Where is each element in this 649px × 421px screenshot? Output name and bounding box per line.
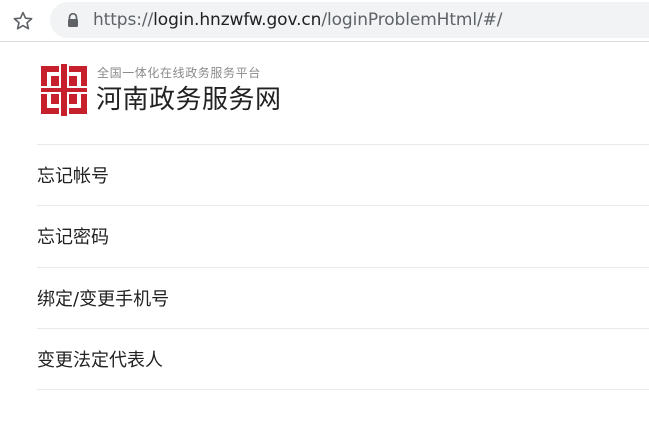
lock-icon[interactable] [65, 12, 81, 28]
menu-item-forgot-account[interactable]: 忘记帐号 [37, 145, 649, 207]
url-scheme: https:// [93, 10, 154, 30]
menu-item-change-legal-rep[interactable]: 变更法定代表人 [37, 329, 649, 391]
brand-title[interactable]: 河南政务服务网 [96, 85, 282, 115]
brand-subtitle: 全国一体化在线政务服务平台 [97, 66, 261, 80]
bookmark-star-icon[interactable] [9, 7, 37, 35]
henan-gov-logo-icon[interactable] [39, 64, 89, 116]
url-path: /loginProblemHtml/#/ [321, 10, 503, 30]
login-problem-menu: 忘记帐号 忘记密码 绑定/变更手机号 变更法定代表人 [37, 144, 649, 391]
address-bar[interactable]: https://login.hnzwfw.gov.cn/loginProblem… [50, 2, 649, 38]
url-text[interactable]: https://login.hnzwfw.gov.cn/loginProblem… [93, 10, 503, 30]
url-host: login.hnzwfw.gov.cn [153, 10, 322, 30]
menu-item-forgot-password[interactable]: 忘记密码 [37, 206, 649, 268]
menu-item-change-phone[interactable]: 绑定/变更手机号 [37, 268, 649, 329]
browser-toolbar: https://login.hnzwfw.gov.cn/loginProblem… [0, 0, 649, 42]
